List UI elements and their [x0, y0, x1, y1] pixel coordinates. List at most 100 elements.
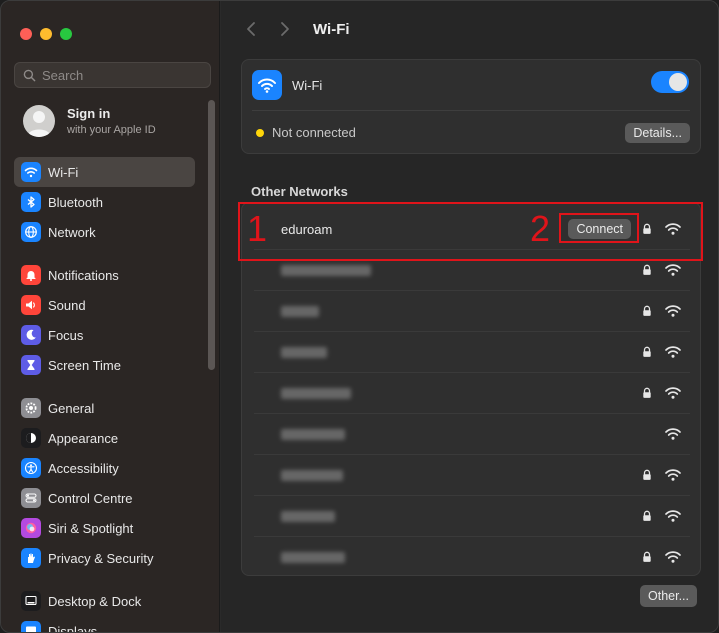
toolbar: Wi-Fi [221, 1, 718, 57]
dock-icon [21, 591, 41, 611]
sidebar-item-notifications[interactable]: Notifications [14, 260, 195, 290]
wifi-card: Wi-Fi Not connected Details... [241, 59, 701, 154]
back-button[interactable] [239, 17, 263, 41]
bluetooth-icon [21, 192, 41, 212]
minimize-window-button[interactable] [40, 28, 52, 40]
siri-icon [21, 518, 41, 538]
window-controls [20, 28, 72, 40]
network-row[interactable] [254, 414, 690, 455]
wifi-signal-icon [664, 344, 682, 360]
lock-icon [640, 468, 654, 482]
annotation-label-2: 2 [530, 208, 551, 249]
lock-icon [640, 550, 654, 564]
sidebar: Sign in with your Apple ID Wi-Fi Bluetoot… [1, 1, 220, 633]
apple-id-signin[interactable]: Sign in with your Apple ID [23, 105, 156, 137]
sidebar-group: Notifications Sound Focus Screen Time [14, 260, 195, 380]
signin-title: Sign in [67, 106, 111, 121]
sidebar-item-displays[interactable]: Displays [14, 616, 195, 633]
sidebar-item-privacy-security[interactable]: Privacy & Security [14, 543, 195, 573]
sidebar-item-label: Screen Time [48, 357, 121, 373]
control-centre-icon [21, 488, 41, 508]
sidebar-item-label: Bluetooth [48, 194, 103, 210]
connection-status: Not connected [256, 125, 356, 140]
annotation-label-1: 1 [247, 208, 268, 249]
sidebar-item-label: Privacy & Security [48, 550, 154, 566]
accessibility-icon [21, 458, 41, 478]
zoom-window-button[interactable] [60, 28, 72, 40]
lock-icon [640, 304, 654, 318]
network-row[interactable] [254, 455, 690, 496]
status-dot-icon [256, 128, 264, 137]
close-window-button[interactable] [20, 28, 32, 40]
wifi-signal-icon [664, 426, 682, 442]
speaker-icon [21, 295, 41, 315]
appearance-icon [21, 428, 41, 448]
sidebar-item-siri-spotlight[interactable]: Siri & Spotlight [14, 513, 195, 543]
hand-icon [21, 548, 41, 568]
sidebar-item-label: Network [48, 224, 96, 240]
sidebar-item-label: Accessibility [48, 460, 119, 476]
sidebar-item-general[interactable]: General [14, 393, 195, 423]
moon-icon [21, 325, 41, 345]
sidebar-item-screen-time[interactable]: Screen Time [14, 350, 195, 380]
wifi-icon [21, 162, 41, 182]
wifi-signal-icon [664, 508, 682, 524]
wifi-signal-icon [664, 303, 682, 319]
lock-icon [640, 386, 654, 400]
sidebar-item-label: Displays [48, 623, 98, 633]
network-row[interactable] [254, 496, 690, 537]
sidebar-item-sound[interactable]: Sound [14, 290, 195, 320]
search-icon [23, 69, 36, 81]
lock-icon [640, 345, 654, 359]
network-row[interactable] [254, 332, 690, 373]
sidebar-item-label: Desktop & Dock [48, 593, 142, 609]
redacted-network-name [281, 346, 327, 358]
wifi-signal-icon [664, 262, 682, 278]
other-networks-title: Other Networks [251, 184, 348, 199]
network-row[interactable] [254, 537, 690, 578]
search-input[interactable] [42, 67, 192, 83]
lock-icon [640, 509, 654, 523]
search-field[interactable] [14, 62, 211, 88]
system-settings-window: Sign in with your Apple ID Wi-Fi Bluetoot… [0, 0, 719, 633]
hourglass-icon [21, 355, 41, 375]
signin-subtitle: with your Apple ID [67, 124, 156, 136]
main-pane: Wi-Fi Wi-Fi Not connected Details... Oth… [221, 1, 718, 632]
sidebar-item-appearance[interactable]: Appearance [14, 423, 195, 453]
details-button[interactable]: Details... [625, 123, 690, 143]
avatar [23, 105, 55, 137]
redacted-network-name [281, 387, 351, 399]
sidebar-item-network[interactable]: Network [14, 217, 195, 247]
network-row[interactable] [254, 291, 690, 332]
forward-button[interactable] [273, 17, 297, 41]
sidebar-item-accessibility[interactable]: Accessibility [14, 453, 195, 483]
sidebar-item-label: Appearance [48, 430, 119, 446]
toggle-knob [669, 73, 687, 91]
wifi-icon [252, 70, 282, 100]
sidebar-item-bluetooth[interactable]: Bluetooth [14, 187, 195, 217]
sidebar-item-label: General [48, 400, 95, 416]
sidebar-group: Desktop & Dock Displays [14, 586, 195, 633]
gear-icon [21, 398, 41, 418]
wifi-signal-icon [664, 467, 682, 483]
display-icon [21, 621, 41, 632]
sidebar-item-desktop-dock[interactable]: Desktop & Dock [14, 586, 195, 616]
lock-icon [640, 263, 654, 277]
redacted-network-name [281, 552, 345, 563]
sidebar-item-wi-fi[interactable]: Wi-Fi [14, 157, 195, 187]
wifi-signal-icon [664, 385, 682, 401]
sidebar-item-label: Focus [48, 327, 84, 343]
chevron-left-icon [247, 22, 255, 36]
network-row[interactable] [254, 373, 690, 414]
chevron-right-icon [281, 22, 289, 36]
redacted-network-name [281, 428, 345, 440]
wifi-toggle[interactable] [651, 71, 689, 93]
other-network-button[interactable]: Other... [640, 585, 697, 607]
sidebar-item-focus[interactable]: Focus [14, 320, 195, 350]
redacted-network-name [281, 305, 319, 317]
sidebar-item-control-centre[interactable]: Control Centre [14, 483, 195, 513]
redacted-network-name [281, 510, 335, 522]
sidebar-scrollbar[interactable] [208, 100, 215, 370]
redacted-network-name [281, 469, 343, 481]
wifi-signal-icon [664, 549, 682, 565]
